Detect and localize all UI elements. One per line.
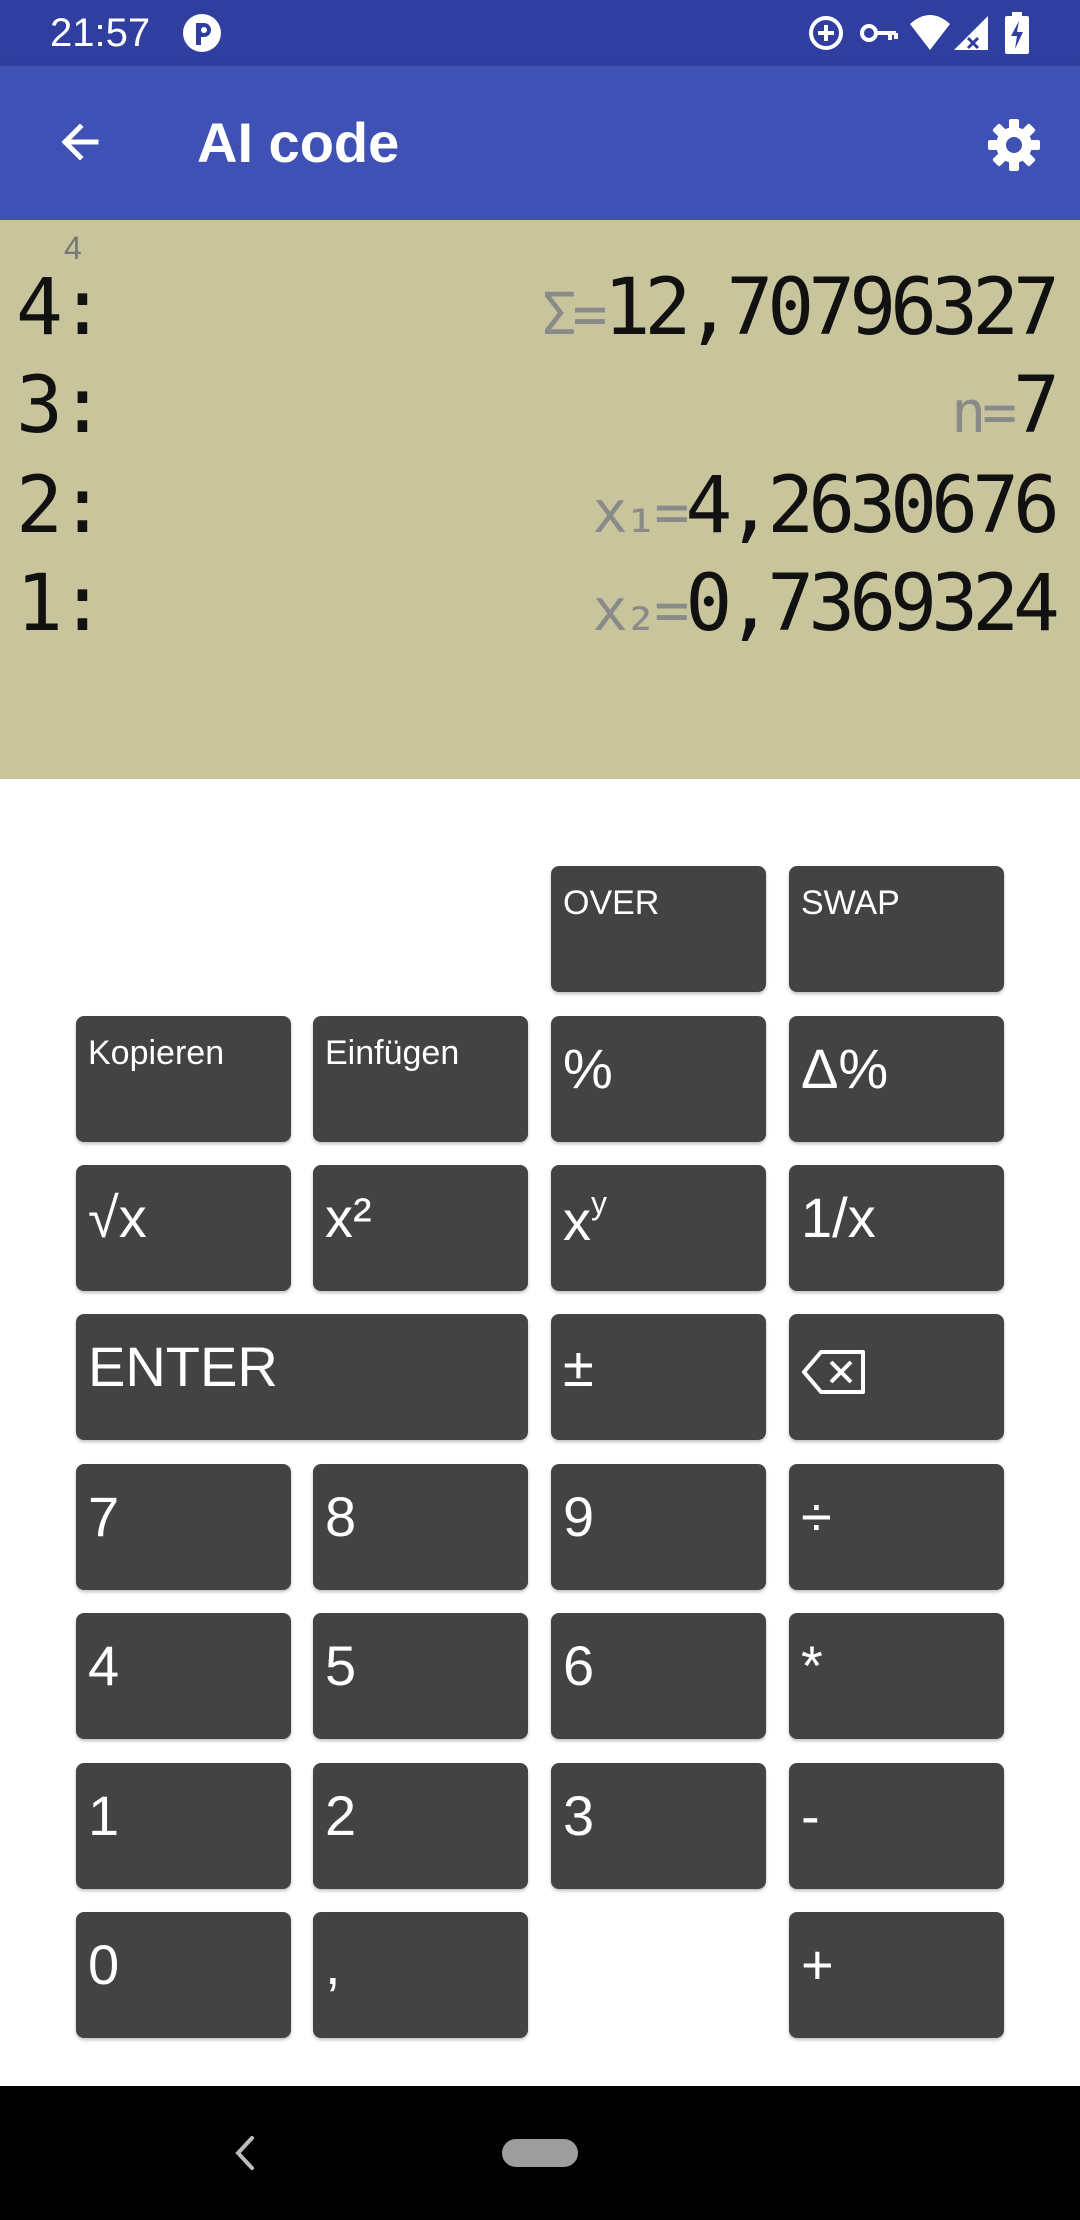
digit-2-button[interactable]: 2	[313, 1763, 528, 1889]
digit-1-button[interactable]: 1	[76, 1763, 291, 1889]
divide-button[interactable]: ÷	[789, 1464, 1004, 1590]
enter-button[interactable]: ENTER	[76, 1314, 528, 1440]
stack-label: x₁=	[592, 478, 690, 546]
stack-row-3: 3: n=7	[0, 358, 1080, 454]
app-bar: AI code	[0, 66, 1080, 220]
digit-3-button[interactable]: 3	[551, 1763, 766, 1889]
data-saver-icon	[809, 16, 843, 50]
reciprocal-button[interactable]: 1/x	[789, 1165, 1004, 1291]
stack-index: 3:	[16, 361, 106, 451]
minus-button[interactable]: -	[789, 1763, 1004, 1889]
swap-button[interactable]: SWAP	[789, 866, 1004, 992]
navigation-bar	[0, 2086, 1080, 2220]
vpn-key-icon	[860, 24, 898, 42]
stack-row-1: 1: x₂=0,7369324	[0, 556, 1080, 652]
copy-button[interactable]: Kopieren	[76, 1016, 291, 1142]
nav-back-icon[interactable]	[220, 2126, 270, 2180]
stack-row-2: 2: x₁=4,2630676	[0, 458, 1080, 554]
plus-minus-button[interactable]: ±	[551, 1314, 766, 1440]
paste-button[interactable]: Einfügen	[313, 1016, 528, 1142]
stack-number: 0,7369324	[685, 559, 1060, 649]
stack-value: x₂=0,7369324	[592, 556, 1060, 673]
status-time: 21:57	[50, 11, 151, 55]
stack-label: n=	[951, 378, 1017, 446]
multiply-button[interactable]: *	[789, 1613, 1004, 1739]
sqrt-button[interactable]: √x	[76, 1165, 291, 1291]
battery-charging-icon	[1005, 12, 1029, 54]
digit-0-button[interactable]: 0	[76, 1912, 291, 2038]
comma-button[interactable]: ,	[313, 1912, 528, 2038]
digit-9-button[interactable]: 9	[551, 1464, 766, 1590]
stack-display: 4 4: Σ=12,70796327 3: n=7 2: x₁=4,263067…	[0, 220, 1080, 779]
back-button[interactable]	[40, 102, 120, 182]
digit-5-button[interactable]: 5	[313, 1613, 528, 1739]
power-button[interactable]: xy	[551, 1165, 766, 1291]
cell-signal-icon	[954, 16, 988, 50]
over-button[interactable]: OVER	[551, 866, 766, 992]
digit-7-button[interactable]: 7	[76, 1464, 291, 1590]
stack-label: x₂=	[592, 576, 690, 644]
stack-number: 12,70796327	[603, 263, 1060, 353]
nav-home-pill[interactable]	[502, 2139, 578, 2167]
gear-icon	[988, 119, 1040, 171]
stack-number: 7	[1013, 361, 1060, 451]
keypad: OVER SWAP Kopieren Einfügen % Δ% √x x² x…	[0, 779, 1080, 2086]
power-exponent: y	[591, 1185, 607, 1221]
stack-number: 4,2630676	[685, 461, 1060, 551]
app-notification-icon	[183, 14, 221, 52]
plus-button[interactable]: +	[789, 1912, 1004, 2038]
square-button[interactable]: x²	[313, 1165, 528, 1291]
stack-index: 1:	[16, 559, 106, 649]
backspace-icon	[802, 1350, 865, 1394]
wifi-icon	[910, 15, 950, 50]
backspace-button[interactable]	[789, 1314, 1004, 1440]
page-title: AI code	[197, 111, 400, 174]
stack-index: 2:	[16, 461, 106, 551]
delta-percent-button[interactable]: Δ%	[789, 1016, 1004, 1142]
digit-4-button[interactable]: 4	[76, 1613, 291, 1739]
settings-button[interactable]	[974, 110, 1054, 180]
digit-8-button[interactable]: 8	[313, 1464, 528, 1590]
stack-row-4: 4: Σ=12,70796327	[0, 260, 1080, 356]
stack-index: 4:	[16, 263, 106, 353]
power-base: x	[563, 1189, 591, 1252]
stack-label: Σ=	[541, 280, 608, 348]
percent-button[interactable]: %	[551, 1016, 766, 1142]
digit-6-button[interactable]: 6	[551, 1613, 766, 1739]
back-arrow-icon	[61, 123, 99, 161]
status-bar: 21:57	[0, 0, 1080, 66]
